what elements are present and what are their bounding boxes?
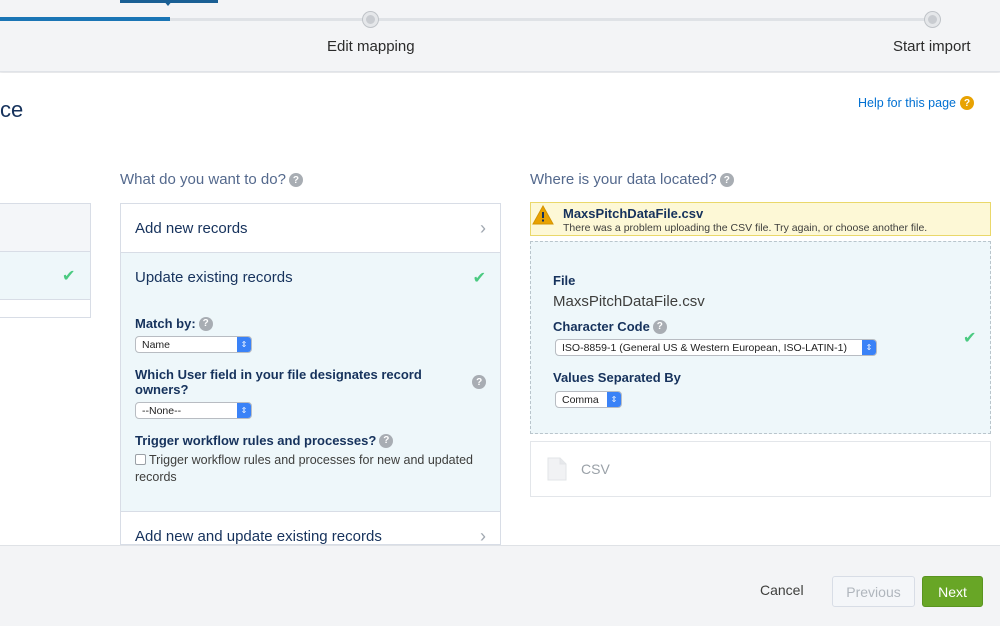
step-dot-edit-mapping[interactable]	[363, 12, 378, 27]
trigger-label: Trigger workflow rules and processes??	[135, 433, 486, 448]
warning-icon	[532, 205, 554, 225]
file-name: MaxsPitchDataFile.csv	[553, 293, 705, 310]
owner-field-select[interactable]: --None-- ⇕	[135, 402, 252, 419]
wizard-footer: Cancel Previous Next	[0, 545, 1000, 626]
question-icon[interactable]: ?	[472, 375, 486, 389]
help-link[interactable]: Help for this page ?	[858, 96, 974, 110]
option-label: Add new and update existing records	[135, 528, 382, 545]
step-label-edit-mapping: Edit mapping	[327, 38, 415, 55]
question-icon[interactable]: ?	[652, 319, 667, 334]
chevron-right-icon: ›	[480, 217, 486, 238]
select-arrows-icon: ⇕	[607, 392, 621, 407]
object-list-row[interactable]	[0, 204, 90, 252]
question-icon[interactable]: ?	[379, 433, 394, 448]
step-label-start-import: Start import	[893, 38, 971, 55]
separator-value: Comma	[562, 393, 599, 406]
match-by-label: Match by:?	[135, 316, 486, 331]
step-dot-start-import[interactable]	[925, 12, 940, 27]
source-option-csv[interactable]: CSV	[530, 441, 991, 497]
action-section-title: What do you want to do?	[120, 171, 286, 188]
main-content: ce Help for this page ? ✔ What do you wa…	[0, 73, 1000, 545]
option-update-existing-records[interactable]: Update existing records ✔	[121, 253, 500, 302]
question-icon[interactable]: ?	[719, 173, 734, 188]
checkmark-icon: ✔	[963, 330, 977, 347]
match-by-text: Match by:	[135, 316, 196, 331]
current-step-caret	[163, 0, 173, 6]
wizard-progress: Edit mapping Start import	[0, 0, 1000, 72]
option-label: Update existing records	[135, 269, 293, 286]
select-arrows-icon: ⇕	[862, 340, 876, 355]
trigger-checkbox-label: Trigger workflow rules and processes for…	[135, 453, 474, 484]
object-list-panel: ✔	[0, 203, 91, 318]
separator-select[interactable]: Comma ⇕	[555, 391, 622, 408]
action-section-heading: What do you want to do??	[120, 171, 303, 188]
match-by-select[interactable]: Name ⇕	[135, 336, 252, 353]
question-icon[interactable]: ?	[288, 173, 303, 188]
owner-field-value: --None--	[142, 404, 182, 417]
checkmark-icon: ✔	[472, 269, 486, 287]
owner-field-label: Which User field in your file designates…	[135, 367, 486, 397]
page-title: ce	[0, 97, 24, 122]
upload-warning: MaxsPitchDataFile.csv There was a proble…	[530, 202, 991, 236]
trigger-checkbox-row[interactable]: Trigger workflow rules and processes for…	[135, 452, 486, 486]
option-add-and-update-records[interactable]: Add new and update existing records ›	[121, 512, 500, 545]
checkmark-icon: ✔	[62, 268, 76, 285]
file-drop-zone[interactable]: File MaxsPitchDataFile.csv Character Cod…	[530, 241, 991, 434]
trigger-checkbox[interactable]	[135, 454, 146, 465]
charcode-value: ISO-8859-1 (General US & Western Europea…	[562, 341, 847, 354]
warning-message: There was a problem uploading the CSV fi…	[563, 222, 928, 234]
object-list-row-selected[interactable]: ✔	[0, 252, 90, 300]
match-by-value: Name	[142, 338, 171, 351]
progress-fill	[0, 17, 170, 21]
charcode-select[interactable]: ISO-8859-1 (General US & Western Europea…	[555, 339, 877, 356]
data-section-title: Where is your data located?	[530, 171, 717, 188]
warning-title: MaxsPitchDataFile.csv	[563, 206, 704, 221]
option-label: Add new records	[135, 219, 248, 237]
cancel-button[interactable]: Cancel	[760, 582, 804, 598]
select-arrows-icon: ⇕	[237, 403, 251, 418]
owner-field-text: Which User field in your file designates…	[135, 367, 422, 397]
file-label: File	[553, 273, 576, 288]
option-add-new-records[interactable]: Add new records ›	[121, 204, 500, 253]
document-icon	[547, 457, 567, 481]
trigger-text: Trigger workflow rules and processes?	[135, 433, 377, 448]
data-section-heading: Where is your data located??	[530, 171, 734, 188]
charcode-text: Character Code	[553, 319, 650, 334]
update-options: Match by:? Name ⇕ Which User field in yo…	[121, 302, 500, 512]
charcode-label: Character Code?	[553, 319, 667, 334]
select-arrows-icon: ⇕	[237, 337, 251, 352]
help-icon: ?	[960, 96, 974, 110]
help-link-label[interactable]: Help for this page	[858, 96, 956, 110]
action-panel: Add new records › Update existing record…	[120, 203, 501, 545]
next-button[interactable]: Next	[922, 576, 983, 607]
question-icon[interactable]: ?	[198, 316, 213, 331]
previous-button[interactable]: Previous	[832, 576, 915, 607]
source-option-label: CSV	[581, 461, 610, 477]
separator-label: Values Separated By	[553, 370, 681, 385]
chevron-right-icon: ›	[480, 526, 486, 545]
